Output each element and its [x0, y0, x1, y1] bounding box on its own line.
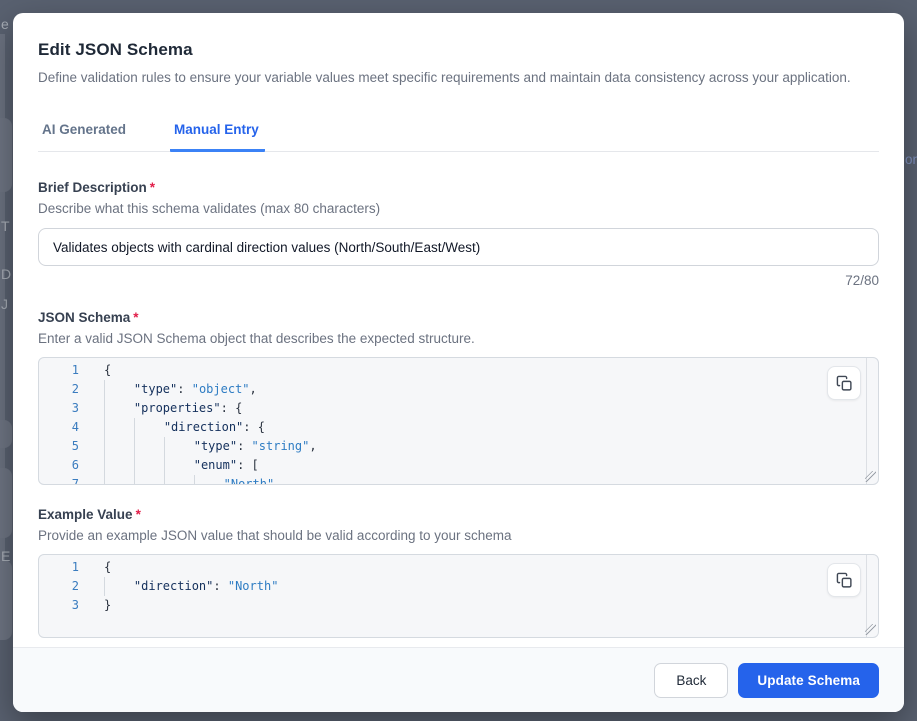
line-number: 1 [39, 361, 79, 380]
code-line: 6 "enum": [ [39, 456, 878, 475]
required-asterisk: * [150, 180, 155, 195]
json-schema-label: JSON Schema* [38, 310, 879, 325]
background-clipped-text: T [1, 218, 10, 234]
edit-json-schema-dialog: Edit JSON Schema Define validation rules… [13, 13, 904, 712]
label-text: JSON Schema [38, 310, 130, 325]
update-schema-button[interactable]: Update Schema [738, 663, 879, 698]
code-line: 4 "direction": { [39, 418, 878, 437]
dialog-footer: Back Update Schema [13, 647, 904, 712]
line-number: 3 [39, 596, 79, 615]
code-line: 2 "type": "object", [39, 380, 878, 399]
dimmed-backdrop: e T DJ E on Edit JSON Schema Define validat… [0, 0, 917, 721]
line-number: 5 [39, 437, 79, 456]
brief-description-input[interactable] [38, 228, 879, 266]
example-value-label: Example Value* [38, 507, 879, 522]
line-number: 4 [39, 418, 79, 437]
code-line: 2 "direction": "North" [39, 577, 878, 596]
editor-resize-handle[interactable] [865, 624, 876, 635]
editor-resize-handle[interactable] [865, 471, 876, 482]
copy-example-button[interactable] [827, 563, 861, 597]
code-line: 7 "North", [39, 475, 878, 485]
json-schema-helper: Enter a valid JSON Schema object that de… [38, 331, 879, 346]
background-panel [0, 118, 12, 192]
tab-ai-generated[interactable]: AI Generated [38, 122, 132, 152]
example-value-helper: Provide an example JSON value that shoul… [38, 528, 879, 543]
line-number: 6 [39, 456, 79, 475]
code-line: 5 "type": "string", [39, 437, 878, 456]
line-number: 2 [39, 577, 79, 596]
dialog-title: Edit JSON Schema [38, 40, 879, 60]
background-clipped-text: J [1, 296, 8, 312]
background-panel [0, 420, 12, 448]
editor-scrollbar-track [866, 358, 867, 484]
code-line: 1{ [39, 558, 878, 577]
tab-bar: AI Generated Manual Entry [38, 122, 879, 152]
tab-manual-entry[interactable]: Manual Entry [170, 122, 265, 152]
brief-description-helper: Describe what this schema validates (max… [38, 201, 879, 216]
code-line: 3} [39, 596, 878, 615]
copy-icon [836, 375, 853, 392]
background-clipped-text: e [1, 16, 9, 32]
background-clipped-text: D [1, 266, 11, 282]
background-panel [0, 468, 12, 538]
code-line: 1{ [39, 361, 878, 380]
brief-description-label: Brief Description* [38, 180, 879, 195]
character-counter: 72/80 [38, 273, 879, 288]
line-number: 3 [39, 399, 79, 418]
json-schema-code-editor[interactable]: 1{2 "type": "object",3 "properties": {4 … [38, 357, 879, 485]
code-line: 3 "properties": { [39, 399, 878, 418]
dialog-subtitle: Define validation rules to ensure your v… [38, 70, 879, 85]
background-clipped-text: E [1, 548, 10, 564]
copy-schema-button[interactable] [827, 366, 861, 400]
back-button[interactable]: Back [654, 663, 728, 698]
label-text: Brief Description [38, 180, 147, 195]
copy-icon [836, 572, 853, 589]
line-number: 2 [39, 380, 79, 399]
example-value-code-editor[interactable]: 1{2 "direction": "North"3} [38, 554, 879, 638]
dialog-body: Edit JSON Schema Define validation rules… [13, 13, 904, 647]
line-number: 1 [39, 558, 79, 577]
required-asterisk: * [133, 310, 138, 325]
background-panel [0, 560, 12, 640]
required-asterisk: * [136, 507, 141, 522]
label-text: Example Value [38, 507, 133, 522]
line-number: 7 [39, 475, 79, 485]
background-clipped-link: on [905, 152, 917, 167]
